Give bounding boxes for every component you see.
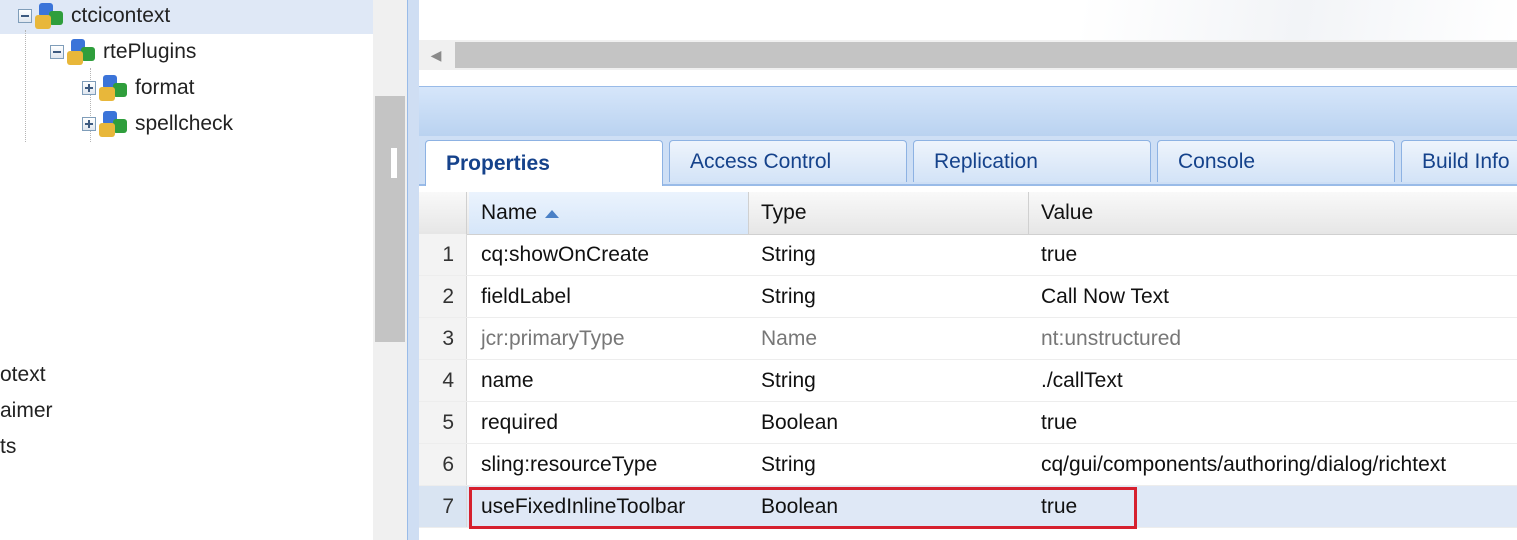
tab-build-info[interactable]: Build Info: [1401, 140, 1517, 182]
tree-node-format[interactable]: format: [82, 70, 195, 106]
tree-node-rteplugins[interactable]: rtePlugins: [50, 34, 196, 70]
table-row[interactable]: 4 name String ./callText: [419, 360, 1517, 402]
tree-vertical-scrollbar[interactable]: [373, 0, 407, 540]
property-name[interactable]: fieldLabel: [481, 276, 571, 317]
property-value[interactable]: cq/gui/components/authoring/dialog/richt…: [1041, 444, 1446, 485]
tab-replication[interactable]: Replication: [913, 140, 1151, 182]
row-number: 3: [419, 318, 467, 359]
property-name[interactable]: sling:resourceType: [481, 444, 657, 485]
tree-node-partial[interactable]: ts: [0, 435, 16, 459]
tree-node-label: ctcicontext: [71, 4, 171, 27]
content-preview-area: [419, 0, 1517, 40]
grid-header: Name Type Value: [419, 192, 1517, 235]
tab-label: Access Control: [690, 149, 832, 173]
table-row-selected[interactable]: 7 useFixedInlineToolbar Boolean true: [419, 486, 1517, 528]
tree-node-label: rtePlugins: [103, 40, 197, 63]
tab-access-control[interactable]: Access Control: [669, 140, 907, 182]
property-type[interactable]: String: [761, 234, 816, 275]
column-header-label: Value: [1041, 201, 1094, 224]
tab-label: Replication: [934, 149, 1038, 173]
property-type[interactable]: Name: [761, 318, 817, 359]
collapse-icon[interactable]: [50, 45, 64, 59]
scroll-left-arrow-icon[interactable]: ◀: [419, 40, 453, 70]
node-icon: [35, 1, 65, 31]
tab-properties[interactable]: Properties: [425, 140, 663, 186]
panel-splitter[interactable]: [407, 0, 419, 540]
property-value[interactable]: ./callText: [1041, 360, 1123, 401]
tree-connector-line: [25, 30, 26, 142]
expand-icon[interactable]: [82, 117, 96, 131]
column-header-label: Type: [761, 201, 807, 224]
property-type[interactable]: String: [761, 444, 816, 485]
column-header-name[interactable]: Name: [469, 192, 749, 234]
node-icon: [99, 109, 129, 139]
table-row[interactable]: 6 sling:resourceType String cq/gui/compo…: [419, 444, 1517, 486]
horizontal-scrollbar[interactable]: ◀: [419, 40, 1517, 70]
sort-ascending-icon: [545, 210, 560, 218]
collapse-icon[interactable]: [18, 9, 32, 23]
tree-node-partial[interactable]: otext: [0, 363, 46, 387]
tab-label: Console: [1178, 149, 1256, 173]
row-number: 2: [419, 276, 467, 317]
row-number: 4: [419, 360, 467, 401]
tab-console[interactable]: Console: [1157, 140, 1395, 182]
table-row[interactable]: 3 jcr:primaryType Name nt:unstructured: [419, 318, 1517, 360]
property-type[interactable]: Boolean: [761, 402, 838, 443]
property-type[interactable]: Boolean: [761, 486, 838, 527]
panel-header-bar: [419, 86, 1517, 137]
table-row[interactable]: 1 cq:showOnCreate String true: [419, 234, 1517, 276]
property-name[interactable]: required: [481, 402, 558, 443]
column-header-label: Name: [481, 201, 538, 224]
node-icon: [99, 73, 129, 103]
column-header-value[interactable]: Value: [1029, 192, 1517, 234]
property-name[interactable]: cq:showOnCreate: [481, 234, 649, 275]
tab-strip: Properties Access Control Replication Co…: [419, 136, 1517, 186]
tree-node-spellcheck[interactable]: spellcheck: [82, 106, 233, 142]
tab-label: Properties: [446, 151, 550, 175]
tab-label: Build Info: [1422, 149, 1510, 173]
property-name[interactable]: name: [481, 360, 534, 401]
row-number: 6: [419, 444, 467, 485]
grip-icon: [391, 148, 397, 178]
property-value[interactable]: Call Now Text: [1041, 276, 1169, 317]
property-type[interactable]: String: [761, 360, 816, 401]
scrollbar-thumb[interactable]: [455, 42, 1517, 68]
row-number-header: [419, 192, 467, 234]
tree-node-partial[interactable]: aimer: [0, 399, 53, 423]
property-type[interactable]: String: [761, 276, 816, 317]
expand-icon[interactable]: [82, 81, 96, 95]
property-value[interactable]: true: [1041, 402, 1077, 443]
table-row[interactable]: 5 required Boolean true: [419, 402, 1517, 444]
property-value[interactable]: nt:unstructured: [1041, 318, 1181, 359]
tree-node-label: format: [135, 76, 195, 99]
scrollbar-thumb[interactable]: [375, 96, 405, 342]
row-number: 1: [419, 234, 467, 275]
row-number: 7: [419, 486, 467, 527]
property-value[interactable]: true: [1041, 234, 1077, 275]
row-number: 5: [419, 402, 467, 443]
node-detail-panel: ◀ Properties Access Control Replication …: [419, 0, 1517, 540]
tree-node-label: spellcheck: [135, 112, 234, 135]
node-icon: [67, 37, 97, 67]
property-name[interactable]: useFixedInlineToolbar: [481, 486, 685, 527]
tree-node-ctcicontext[interactable]: ctcicontext: [18, 0, 170, 34]
property-name[interactable]: jcr:primaryType: [481, 318, 625, 359]
repository-tree: ctcicontext rtePlugins format spellcheck…: [0, 0, 373, 540]
table-row[interactable]: 2 fieldLabel String Call Now Text: [419, 276, 1517, 318]
column-header-type[interactable]: Type: [749, 192, 1029, 234]
property-value[interactable]: true: [1041, 486, 1077, 527]
